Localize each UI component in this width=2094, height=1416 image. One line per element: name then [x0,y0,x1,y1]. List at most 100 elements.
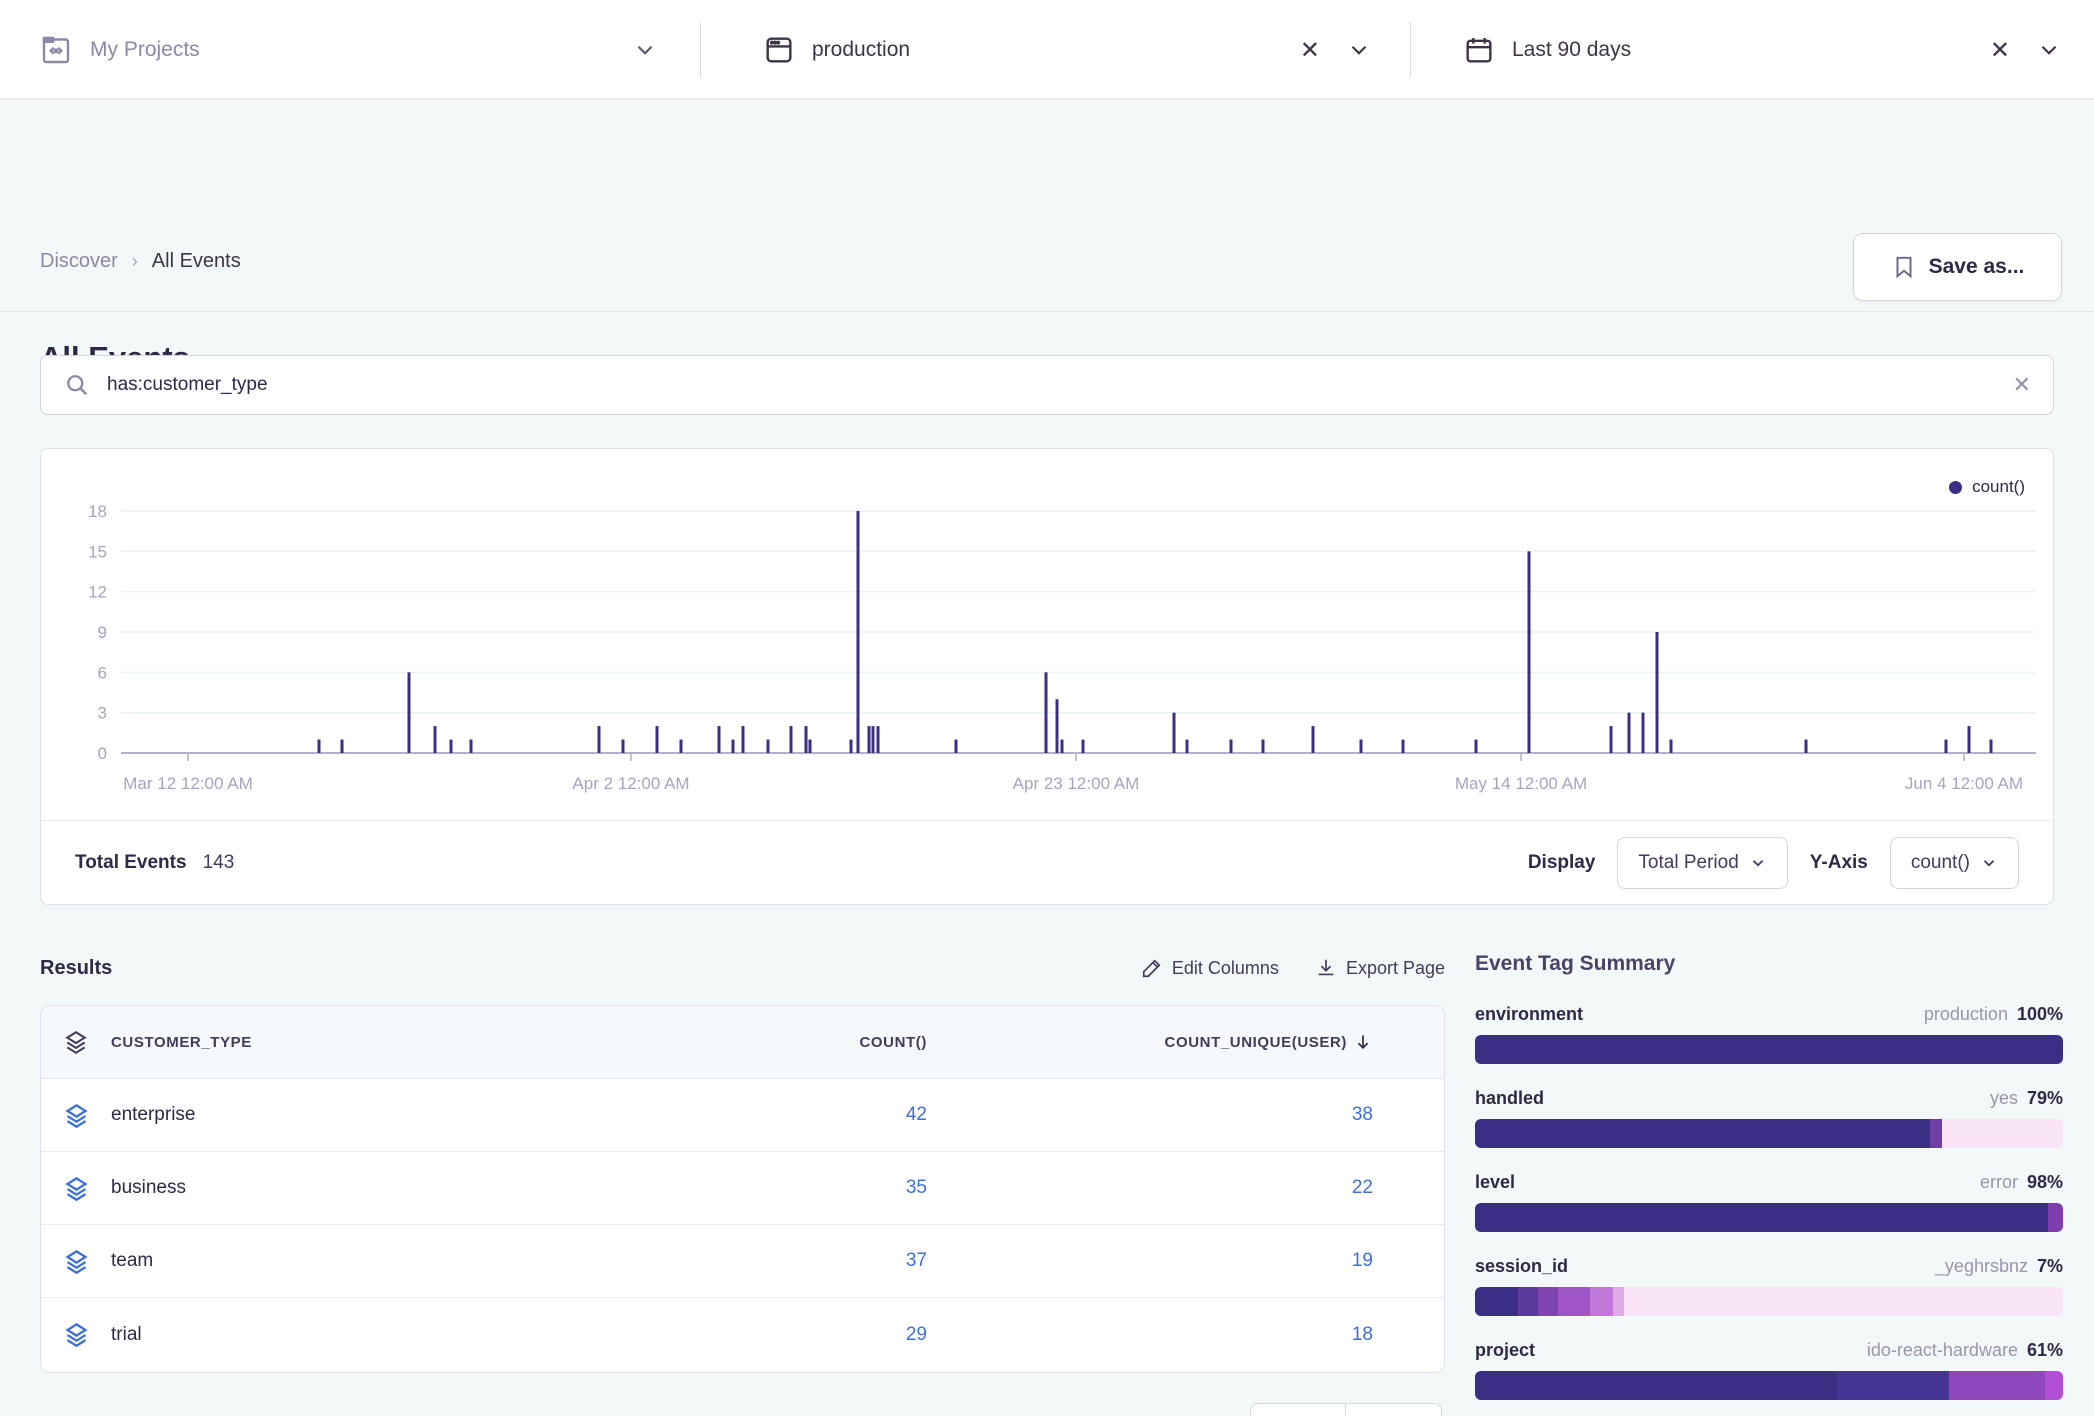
tag-key: environment [1475,1004,1583,1025]
stack-icon[interactable] [41,1102,111,1129]
total-events-value: 143 [203,852,235,874]
breadcrumb-current: All Events [152,250,241,273]
export-page-button[interactable]: Export Page [1315,957,1445,979]
stack-icon[interactable] [41,1248,111,1275]
global-filter-bar: My Projects production ✕ [0,0,2094,100]
svg-text:12: 12 [88,583,107,602]
edit-columns-button[interactable]: Edit Columns [1141,957,1279,979]
column-header-count-unique[interactable]: COUNT_UNIQUE(USER) [927,1032,1407,1052]
tag-distribution-bar[interactable] [1475,1287,2063,1316]
svg-text:Mar 12 12:00 AM: Mar 12 12:00 AM [123,774,252,793]
svg-text:9: 9 [98,623,107,642]
breadcrumb: Discover › All Events [40,250,241,273]
tag-key: handled [1475,1088,1544,1109]
chevron-down-icon[interactable] [632,37,658,63]
count-cell-link[interactable]: 37 [906,1250,927,1271]
save-as-button[interactable]: Save as... [1853,233,2062,301]
svg-text:15: 15 [88,542,107,561]
search-bar[interactable]: ✕ [40,355,2054,415]
table-row: trial 29 18 [41,1298,1444,1371]
chevron-down-icon [1980,854,1998,872]
tag-percentage: 100% [2017,1004,2063,1025]
clear-environment-icon[interactable]: ✕ [1300,36,1320,65]
customer-type-cell: business [111,1177,671,1199]
tag-top-value: _yeghrsbnz [1935,1256,2028,1277]
page-header: Discover › All Events Save as... All Eve… [0,102,2094,312]
pagination: ‹ › [1250,1403,1442,1416]
breadcrumb-discover-link[interactable]: Discover [40,250,118,273]
results-title: Results [40,957,112,980]
tag-row-handled: handled yes 79% [1475,1088,2063,1148]
table-row: enterprise 42 38 [41,1079,1444,1152]
tag-distribution-bar[interactable] [1475,1119,2063,1148]
chart-footer: Total Events 143 Display Total Period Y-… [41,820,2053,904]
svg-text:0: 0 [98,744,107,763]
chevron-down-icon[interactable] [1346,37,1372,63]
count-unique-cell-link[interactable]: 22 [1352,1177,1373,1199]
column-header-count[interactable]: COUNT() [671,1034,927,1051]
environment-selector[interactable]: production ✕ [762,0,1372,100]
event-tag-summary: Event Tag Summary environment production… [1475,952,2063,1416]
tag-percentage: 79% [2027,1088,2063,1109]
tag-row-level: level error 98% [1475,1172,2063,1232]
tag-top-value: error [1980,1172,2018,1193]
tag-distribution-bar[interactable] [1475,1371,2063,1400]
stack-icon[interactable] [41,1321,111,1348]
table-row: team 37 19 [41,1225,1444,1298]
svg-text:Apr 2 12:00 AM: Apr 2 12:00 AM [572,774,689,793]
customer-type-cell: trial [111,1324,671,1346]
topbar-divider [700,22,701,78]
search-clear-icon[interactable]: ✕ [2013,372,2031,398]
display-dropdown[interactable]: Total Period [1617,837,1787,889]
tag-key: session_id [1475,1256,1568,1277]
edit-columns-label: Edit Columns [1172,958,1279,979]
export-page-label: Export Page [1346,958,1445,979]
tag-row-project: project ido-react-hardware 61% [1475,1340,2063,1400]
tag-top-value: yes [1990,1088,2018,1109]
breadcrumb-separator-icon: › [132,251,138,272]
date-range-selector[interactable]: Last 90 days ✕ [1462,0,2062,100]
results-table: CUSTOMER_TYPE COUNT() COUNT_UNIQUE(USER)… [40,1005,1445,1373]
customer-type-cell: enterprise [111,1104,671,1126]
clear-date-icon[interactable]: ✕ [1990,36,2010,65]
svg-text:May 14 12:00 AM: May 14 12:00 AM [1455,774,1587,793]
customer-type-cell: team [111,1250,671,1272]
tag-distribution-bar[interactable] [1475,1035,2063,1064]
projects-icon [38,32,74,68]
count-unique-cell-link[interactable]: 18 [1352,1324,1373,1346]
svg-text:Apr 23 12:00 AM: Apr 23 12:00 AM [1013,774,1140,793]
project-selector[interactable]: My Projects [38,0,658,100]
tag-row-environment: environment production 100% [1475,1004,2063,1064]
display-label: Display [1528,852,1596,874]
total-events-label: Total Events [75,852,187,874]
tag-top-value: ido-react-hardware [1867,1340,2018,1361]
tag-distribution-bar[interactable] [1475,1203,2063,1232]
tag-percentage: 7% [2037,1256,2063,1277]
stack-icon[interactable] [41,1175,111,1202]
tag-summary-title: Event Tag Summary [1475,952,2063,976]
next-page-button[interactable]: › [1346,1403,1442,1416]
events-spike-chart[interactable]: 0369121518Mar 12 12:00 AMApr 2 12:00 AMA… [41,449,2055,794]
yaxis-label: Y-Axis [1810,852,1868,874]
yaxis-dropdown[interactable]: count() [1890,837,2019,889]
count-cell-link[interactable]: 42 [906,1104,927,1125]
tag-top-value: production [1924,1004,2008,1025]
window-icon [762,33,796,67]
sort-desc-arrow-icon [1353,1032,1373,1052]
previous-page-button[interactable]: ‹ [1250,1403,1346,1416]
date-range-label: Last 90 days [1512,38,1631,62]
project-selector-label: My Projects [90,38,200,62]
tag-percentage: 61% [2027,1340,2063,1361]
count-cell-link[interactable]: 29 [906,1324,927,1345]
count-unique-cell-link[interactable]: 19 [1352,1250,1373,1272]
count-unique-cell-link[interactable]: 38 [1352,1104,1373,1126]
search-input[interactable] [107,374,2013,396]
column-header-customer-type[interactable]: CUSTOMER_TYPE [111,1034,671,1051]
table-header-row: CUSTOMER_TYPE COUNT() COUNT_UNIQUE(USER) [41,1006,1444,1079]
chevron-down-icon[interactable] [2036,37,2062,63]
count-cell-link[interactable]: 35 [906,1177,927,1198]
display-dropdown-value: Total Period [1638,852,1738,874]
yaxis-dropdown-value: count() [1911,852,1970,874]
stack-icon[interactable] [41,1029,111,1055]
environment-label: production [812,38,910,62]
